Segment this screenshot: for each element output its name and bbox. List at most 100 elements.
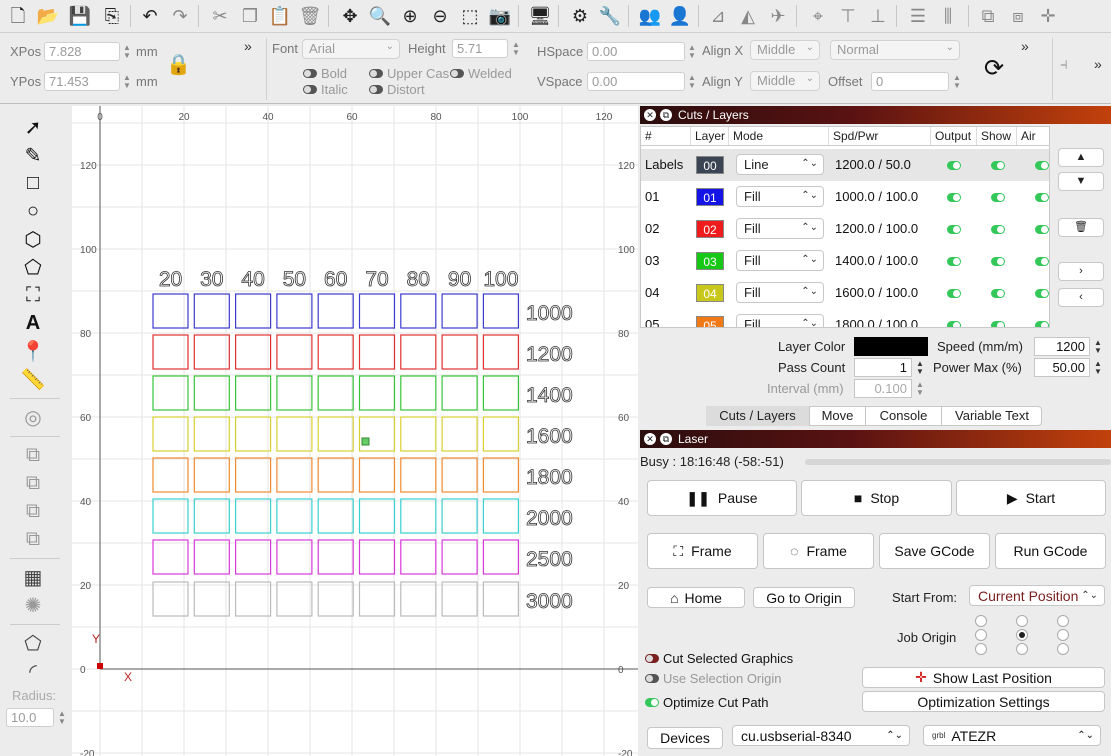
show-switch[interactable] [991,161,1005,170]
job-origin-radio[interactable] [1057,643,1069,655]
distort-switch[interactable] [369,85,383,94]
test-square[interactable] [400,457,437,493]
test-square[interactable] [441,498,478,534]
zoom-window-icon[interactable]: 🔍 [368,4,392,28]
test-square[interactable] [482,416,519,452]
import-icon[interactable]: ⎘ [100,4,124,28]
radius-input[interactable]: 10.0 [6,708,54,727]
workspace-canvas[interactable]: 0 20 40 60 80 100 120 120 120 100 100 80 80 60 60 40 40 2… [72,106,638,756]
circular-array-icon[interactable]: ✺ [19,592,47,618]
mode-select[interactable]: Fill ⌃⌄ [736,186,824,207]
distribute-v-icon[interactable]: ⫼ [936,4,960,28]
job-origin-radio[interactable] [975,643,987,655]
node-tools-icon[interactable]: ⫞ [1060,56,1068,74]
user-icon[interactable]: 👤 [668,4,692,28]
test-square[interactable] [317,498,354,534]
align-center-icon[interactable]: ⧈ [1006,4,1030,28]
send-icon[interactable]: ✈ [766,4,790,28]
frame-rect-button[interactable]: ⛶ Frame [647,533,758,569]
pause-button[interactable]: ❚❚ Pause [647,480,797,516]
show-switch[interactable] [991,289,1005,298]
welded-switch[interactable] [450,69,464,78]
test-square[interactable] [441,334,478,370]
test-square[interactable] [193,334,230,370]
air-switch[interactable] [1035,321,1049,327]
power-max-stepper[interactable]: ▲ ▼ [1092,358,1104,377]
align-top-icon[interactable]: ⊤ [836,4,860,28]
job-origin-radio[interactable] [1057,615,1069,627]
job-origin-radio[interactable] [975,615,987,627]
table-row[interactable]: Labels 00 Line ⌃⌄ 1200.0 / 50.0 [641,149,1049,181]
test-square[interactable] [400,539,437,575]
distribute-h-icon[interactable]: ☰ [906,4,930,28]
table-row[interactable]: 03 03 Fill ⌃⌄ 1400.0 / 100.0 [641,245,1049,277]
port-select[interactable]: cu.usbserial-8340 ⌃⌄ [732,725,910,746]
expand-chevron-icon[interactable]: » [1094,56,1102,72]
boolean-subtract-icon[interactable]: ⧉ [19,470,47,496]
test-square[interactable] [482,375,519,411]
test-square[interactable] [358,498,396,534]
tab-variable-text[interactable]: Variable Text [942,406,1042,426]
undo-icon[interactable]: ↶ [138,4,162,28]
test-square[interactable] [441,539,478,575]
move-layer-down-button[interactable]: ▼ [1058,172,1104,191]
italic-toggle[interactable]: Italic [303,82,348,97]
cut-selected-graphics-toggle[interactable]: Cut Selected Graphics [645,651,793,666]
devices-button[interactable]: Devices [647,727,723,749]
mode-select[interactable]: Line ⌃⌄ [736,154,824,175]
test-square[interactable] [276,498,313,534]
text-icon[interactable]: A [19,310,47,336]
test-square[interactable] [235,375,272,411]
test-square[interactable] [152,416,189,452]
pen-icon[interactable]: ✎ [19,142,47,168]
table-row[interactable]: 01 01 Fill ⌃⌄ 1000.0 / 100.0 [641,181,1049,213]
air-switch[interactable] [1035,257,1049,266]
delete-layer-button[interactable]: 🗑 [1058,218,1104,237]
test-square[interactable] [152,457,189,493]
edit-nodes-icon[interactable]: ⬠ [19,630,47,656]
target-icon[interactable]: ⌖ [806,4,830,28]
show-switch[interactable] [991,193,1005,202]
test-square[interactable] [152,293,189,329]
tab-cuts-layers[interactable]: Cuts / Layers [706,406,810,426]
job-origin-radio[interactable] [1016,615,1028,627]
show-last-position-button[interactable]: ✛ Show Last Position [862,667,1105,688]
ypos-input[interactable]: 71.453 [44,72,120,91]
layer-swatch[interactable]: 04 [696,284,724,302]
test-square[interactable] [152,375,189,411]
test-square[interactable] [193,457,230,493]
test-square[interactable] [400,334,437,370]
test-square[interactable] [235,498,272,534]
save-icon[interactable]: 💾 [68,4,92,28]
test-square[interactable] [276,375,313,411]
test-square[interactable] [235,457,272,493]
test-square[interactable] [317,375,354,411]
table-row[interactable]: 02 02 Fill ⌃⌄ 1200.0 / 100.0 [641,213,1049,245]
redo-icon[interactable]: ↷ [168,4,192,28]
bold-switch[interactable] [303,69,317,78]
upper-case-toggle[interactable]: Upper Cas [369,66,449,81]
test-square[interactable] [482,539,519,575]
job-origin-radio[interactable] [1016,643,1028,655]
new-file-icon[interactable]: 🗋 [6,4,30,28]
run-gcode-button[interactable]: Run GCode [995,533,1106,569]
offset-stepper[interactable]: ▲ ▼ [951,72,963,91]
power-max-input[interactable]: 50.00 [1034,358,1090,377]
boolean-union-icon[interactable]: ⧉ [19,442,47,468]
start-from-select[interactable]: Current Position ⌃⌄ [969,585,1105,606]
optimize-switch[interactable] [645,698,659,707]
move-icon[interactable]: ✥ [338,4,362,28]
font-select[interactable]: Arial ⌄ [302,39,400,59]
go-to-origin-button[interactable]: Go to Origin [753,587,855,608]
close-icon[interactable]: ✕ [644,433,656,445]
polygon-icon[interactable]: ⬡ [19,226,47,252]
optimization-settings-button[interactable]: Optimization Settings [862,691,1105,712]
test-square[interactable] [317,293,354,329]
corner-rect-icon[interactable]: ⛶ [19,282,47,308]
weld-icon[interactable]: ⧉ [19,526,47,552]
layer-swatch[interactable]: 01 [696,188,724,206]
interval-stepper[interactable]: ▲ ▼ [914,379,926,398]
bold-toggle[interactable]: Bold [303,66,347,81]
test-square[interactable] [400,293,437,329]
test-square[interactable] [482,293,519,329]
